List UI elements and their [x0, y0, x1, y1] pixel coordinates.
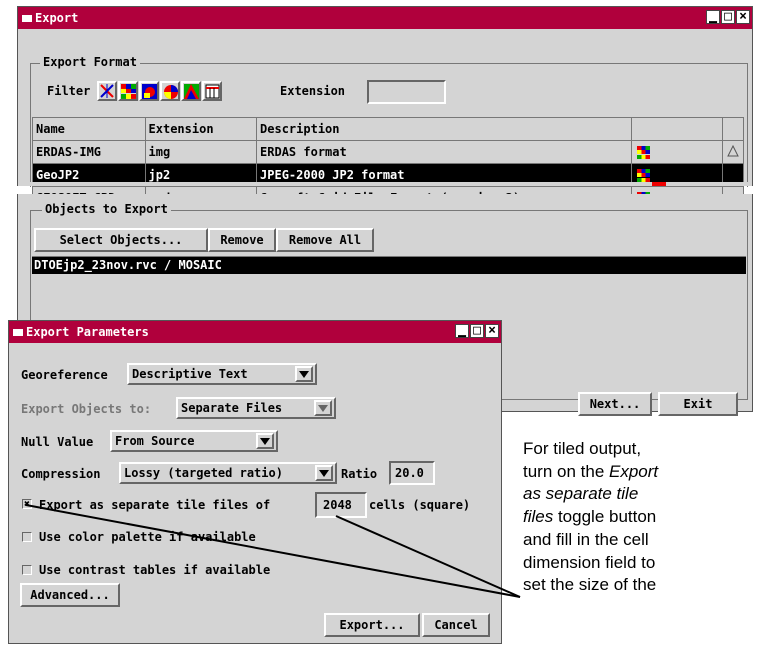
cell-extension: img: [144, 140, 258, 164]
export-button[interactable]: Export...: [324, 613, 420, 637]
close-icon[interactable]: ×: [736, 9, 750, 24]
database-icon[interactable]: [202, 81, 222, 101]
color-palette-checkbox[interactable]: [22, 532, 32, 542]
extension-label: Extension: [280, 84, 346, 98]
null-value-dropdown[interactable]: From Source: [110, 430, 278, 452]
chevron-down-icon: [315, 465, 333, 481]
exit-button[interactable]: Exit: [658, 392, 738, 416]
chevron-down-icon: [295, 366, 313, 382]
raster-icon: [637, 146, 651, 159]
null-value-label: Null Value: [21, 435, 94, 449]
column-header-icon: [631, 117, 723, 141]
cad-icon[interactable]: [139, 81, 159, 101]
ratio-label: Ratio: [341, 467, 378, 481]
georeference-dropdown[interactable]: Descriptive Text: [127, 363, 317, 385]
list-item[interactable]: DTOEjp2_23nov.rvc / MOSAIC: [32, 257, 746, 274]
export-objects-label: Export Objects to:: [21, 402, 152, 416]
close-icon[interactable]: ×: [485, 323, 499, 338]
column-header-extension[interactable]: Extension: [144, 117, 258, 141]
contrast-label: Use contrast tables if available: [39, 563, 271, 577]
objects-group-label: Objects to Export: [42, 202, 171, 216]
table-header-row: Name Extension Description: [32, 117, 745, 141]
export-titlebar: Export ▁ □ ×: [18, 7, 752, 29]
params-titlebar: Export Parameters ▁ □ ×: [9, 321, 501, 343]
cancel-button[interactable]: Cancel: [422, 613, 490, 637]
cell-description: ERDAS format: [256, 140, 633, 164]
cell-type: [631, 140, 723, 164]
export-window-title: Export: [35, 11, 79, 25]
system-menu-icon[interactable]: [22, 14, 32, 22]
params-window-title: Export Parameters: [26, 325, 149, 339]
next-button[interactable]: Next...: [578, 392, 652, 416]
remove-all-button[interactable]: Remove All: [276, 228, 374, 252]
chevron-down-icon: [314, 400, 332, 416]
raster-icon: [637, 169, 651, 182]
annotation-line: and fill in the cell: [523, 529, 649, 549]
export-parameters-window: Export Parameters ▁ □ × Georeference Des…: [8, 320, 502, 644]
annotation-text: For tiled output, turn on the Export as …: [523, 438, 757, 597]
annotation-line: For tiled output,: [523, 439, 642, 458]
export-format-label: Export Format: [40, 55, 140, 69]
chevron-down-icon: [256, 433, 274, 449]
remove-button[interactable]: Remove: [208, 228, 276, 252]
page: { "export_window": { "title": "Export", …: [0, 0, 757, 647]
color-palette-label: Use color palette if available: [39, 530, 256, 544]
maximize-icon[interactable]: □: [470, 323, 484, 338]
shape-icon[interactable]: [160, 81, 180, 101]
column-header-name[interactable]: Name: [32, 117, 146, 141]
filter-icon-bar: [97, 81, 227, 103]
select-objects-button[interactable]: Select Objects...: [34, 228, 208, 252]
raster-icon[interactable]: [118, 81, 138, 101]
cell-name: ERDAS-IMG: [32, 140, 146, 164]
maximize-icon[interactable]: □: [721, 9, 735, 24]
table-row[interactable]: ERDAS-IMG img ERDAS format: [32, 140, 745, 164]
annotation-line: dimension field to: [523, 552, 656, 572]
export-window-top: Export ▁ □ × Export Format Filter Extens…: [17, 6, 753, 210]
partial-row-sliver: [17, 182, 753, 186]
compression-label: Compression: [21, 467, 101, 481]
filter-label: Filter: [47, 84, 91, 98]
annotation-line: turn on the Export: [523, 461, 659, 481]
extension-field[interactable]: [367, 80, 446, 104]
system-menu-icon[interactable]: [13, 328, 23, 336]
compression-dropdown[interactable]: Lossy (targeted ratio): [119, 462, 337, 484]
contrast-checkbox[interactable]: [22, 565, 32, 575]
georeference-label: Georeference: [21, 368, 108, 382]
column-header-description[interactable]: Description: [256, 117, 633, 141]
tin-icon[interactable]: [181, 81, 201, 101]
tile-units-label: cells (square): [369, 498, 471, 512]
tile-size-field[interactable]: 2048: [315, 492, 367, 518]
minimize-icon[interactable]: ▁: [455, 323, 469, 338]
ratio-field[interactable]: 20.0: [389, 461, 435, 485]
tile-label: Export as separate tile files of: [39, 498, 271, 512]
annotation-line: as separate tile: [523, 484, 639, 504]
annotation-line: files toggle button: [523, 507, 657, 527]
object-label: DTOEjp2_23nov.rvc / MOSAIC: [34, 258, 222, 272]
scrollbar-up-arrow[interactable]: [721, 140, 745, 164]
advanced-button[interactable]: Advanced...: [20, 583, 120, 607]
minimize-icon[interactable]: ▁: [706, 9, 720, 24]
vector-icon[interactable]: [97, 81, 117, 101]
export-objects-dropdown[interactable]: Separate Files: [176, 397, 336, 419]
tile-checkbox[interactable]: ✖: [22, 499, 32, 510]
annotation-line: set the size of the: [523, 575, 657, 595]
scrollbar-top[interactable]: [721, 117, 745, 141]
